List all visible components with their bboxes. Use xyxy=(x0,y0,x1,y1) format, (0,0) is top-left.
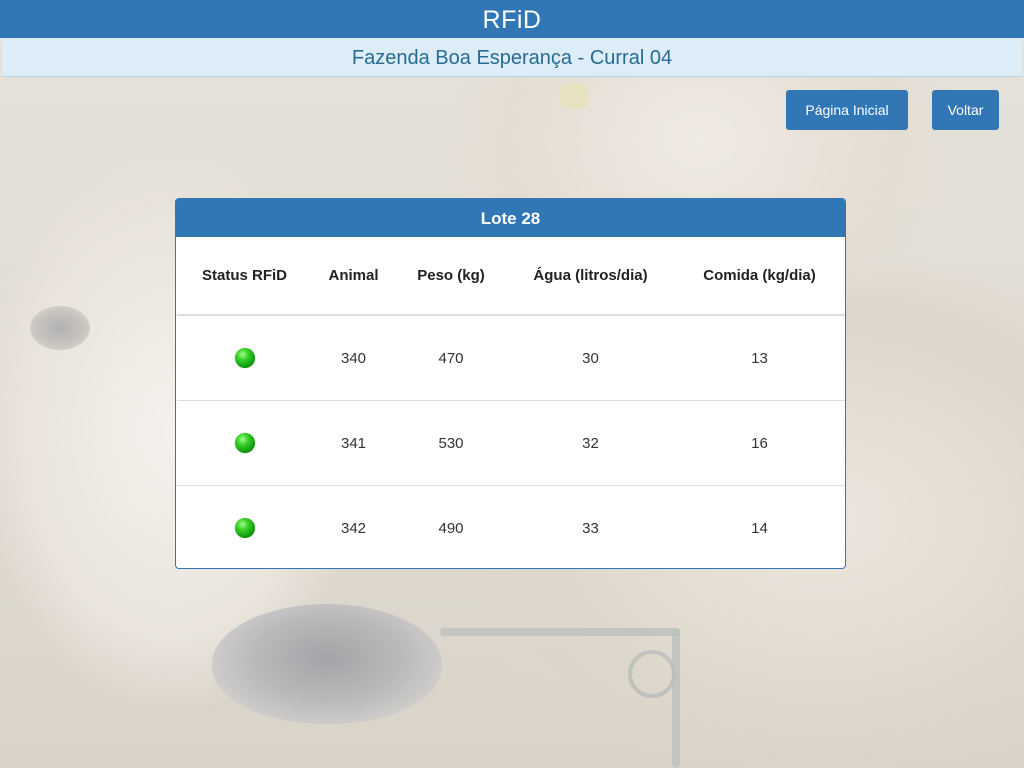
lot-panel-header: Lote 28 xyxy=(176,199,845,237)
app-title-bar: RFiD xyxy=(0,0,1024,38)
background-ear-tag xyxy=(560,84,588,108)
table-row[interactable]: 341 530 32 16 xyxy=(177,400,845,486)
background-cow-eye xyxy=(30,306,90,350)
food-cell: 16 xyxy=(674,400,845,486)
home-button[interactable]: Página Inicial xyxy=(786,90,908,130)
weight-cell: 470 xyxy=(395,315,507,401)
status-cell xyxy=(177,315,312,401)
animal-cell: 340 xyxy=(312,315,395,401)
background-fence-post xyxy=(672,628,680,768)
status-cell xyxy=(177,400,312,486)
column-header-animal: Animal xyxy=(312,237,395,316)
column-header-food: Comida (kg/dia) xyxy=(674,237,845,316)
back-button[interactable]: Voltar xyxy=(932,90,999,130)
water-cell: 32 xyxy=(507,400,674,486)
water-cell: 33 xyxy=(582,519,599,537)
background-cow-nose xyxy=(212,604,442,724)
lot-title: Lote 28 xyxy=(480,209,541,228)
green-status-dot-icon xyxy=(234,348,255,368)
weight-cell: 490 xyxy=(438,519,464,537)
animal-cell: 342 xyxy=(340,519,367,537)
animal-cell: 341 xyxy=(312,400,395,486)
animal-table: Status RFiD Animal Peso (kg) Água (litro… xyxy=(177,237,845,569)
app-title: RFiD xyxy=(482,6,542,34)
background-fence-rail xyxy=(440,628,680,636)
food-cell: 14 xyxy=(751,519,768,537)
lot-panel: Lote 28 Status RFiD Animal Peso (kg) Águ… xyxy=(175,198,846,569)
location-header: Fazenda Boa Esperança - Curral 04 xyxy=(2,38,1022,77)
background-fence-ring xyxy=(628,650,676,698)
green-status-dot-icon xyxy=(234,433,255,453)
table-header-row: Status RFiD Animal Peso (kg) Água (litro… xyxy=(177,237,845,316)
table-row[interactable]: 340 470 30 13 xyxy=(177,315,845,401)
status-cell xyxy=(177,486,312,569)
table-row[interactable]: 342 490 33 14 xyxy=(177,486,845,569)
food-cell: 13 xyxy=(674,315,845,401)
weight-cell: 530 xyxy=(395,400,507,486)
column-header-weight: Peso (kg) xyxy=(395,237,507,316)
column-header-status: Status RFiD xyxy=(177,237,312,316)
location-title: Fazenda Boa Esperança - Curral 04 xyxy=(351,47,673,69)
green-status-dot-icon xyxy=(234,518,255,538)
water-cell: 30 xyxy=(507,315,674,401)
column-header-water: Água (litros/dia) xyxy=(507,237,674,316)
